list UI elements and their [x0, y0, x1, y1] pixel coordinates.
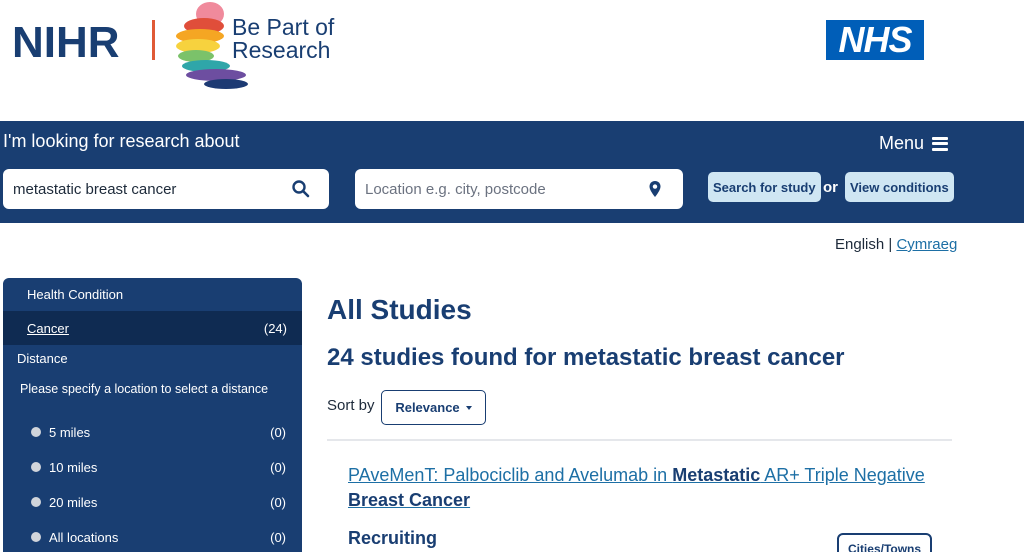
sort-label: Sort by: [327, 397, 375, 414]
radio-icon[interactable]: [31, 462, 41, 472]
study-status: Recruiting: [348, 528, 438, 548]
study-title-part: PAveMenT: Palbociclib and Avelumab in: [348, 465, 673, 485]
study-title-highlight: Breast Cancer: [348, 490, 471, 510]
logo-divider: [152, 20, 155, 60]
distance-option-count: (0): [270, 424, 286, 440]
search-icon[interactable]: [291, 179, 311, 199]
map-pin-icon[interactable]: [645, 179, 665, 199]
sort-value: Relevance: [395, 400, 460, 415]
study-title-link[interactable]: PAveMenT: Palbociclib and Avelumab in Me…: [348, 463, 948, 513]
filter-sidebar: Health Condition Cancer (24) Distance Pl…: [3, 278, 302, 552]
menu-label: Menu: [879, 133, 925, 153]
radio-icon[interactable]: [31, 532, 41, 542]
distance-option-count: (0): [270, 494, 286, 510]
distance-option-5-miles[interactable]: 5 miles (0): [31, 423, 293, 441]
condition-input[interactable]: [3, 180, 329, 198]
sort-dropdown[interactable]: Relevance: [381, 390, 486, 425]
nhs-logo[interactable]: NHS: [826, 20, 924, 60]
site-header: NIHR Be Part of Research NHS: [0, 0, 1024, 121]
filter-cancer-count: (24): [263, 321, 287, 336]
distance-option-label: 5 miles: [49, 424, 91, 440]
search-bar: I'm looking for research about Menu Sear…: [0, 121, 1024, 223]
condition-search-field[interactable]: [3, 169, 329, 209]
filter-cancer-link[interactable]: Cancer: [27, 321, 69, 336]
location-search-field[interactable]: [355, 169, 683, 209]
search-label: I'm looking for research about: [3, 131, 240, 151]
results-divider: [327, 439, 952, 441]
distance-option-label: 20 miles: [49, 494, 98, 510]
distance-option-10-miles[interactable]: 10 miles (0): [31, 458, 293, 476]
hamburger-icon: [932, 136, 949, 151]
language-english: English: [835, 236, 885, 253]
search-for-study-button[interactable]: Search for study: [708, 172, 821, 202]
menu-button[interactable]: Menu: [879, 133, 949, 154]
nihr-logo[interactable]: NIHR: [12, 18, 120, 68]
distance-option-count: (0): [270, 529, 286, 545]
language-separator: |: [884, 236, 897, 253]
language-welsh-link[interactable]: Cymraeg: [896, 236, 957, 253]
study-title-part: AR+ Triple Negative: [760, 465, 925, 485]
be-part-of-research-wordmark[interactable]: Be Part of Research: [232, 16, 342, 62]
view-conditions-button[interactable]: View conditions: [845, 172, 954, 202]
filter-cancer-row[interactable]: Cancer (24): [3, 311, 302, 345]
caret-down-icon: [465, 405, 472, 410]
results-summary: 24 studies found for metastatic breast c…: [327, 344, 845, 371]
radio-icon[interactable]: [31, 427, 41, 437]
distance-option-label: 10 miles: [49, 459, 98, 475]
distance-option-count: (0): [270, 459, 286, 475]
cities-towns-button[interactable]: Cities/Towns: [837, 533, 932, 552]
distance-hint: Please specify a location to select a di…: [20, 382, 269, 396]
distance-option-all-locations[interactable]: All locations (0): [31, 528, 293, 546]
distance-option-label: All locations: [49, 529, 119, 545]
radio-icon[interactable]: [31, 497, 41, 507]
location-input[interactable]: [355, 180, 683, 198]
distance-heading: Distance: [17, 351, 68, 366]
health-condition-heading: Health Condition: [27, 287, 124, 302]
study-title-highlight: Metastatic: [672, 465, 761, 485]
language-switcher: English | Cymraeg: [835, 236, 957, 253]
or-text: or: [823, 179, 838, 196]
distance-option-20-miles[interactable]: 20 miles (0): [31, 493, 293, 511]
page-title: All Studies: [327, 294, 472, 325]
